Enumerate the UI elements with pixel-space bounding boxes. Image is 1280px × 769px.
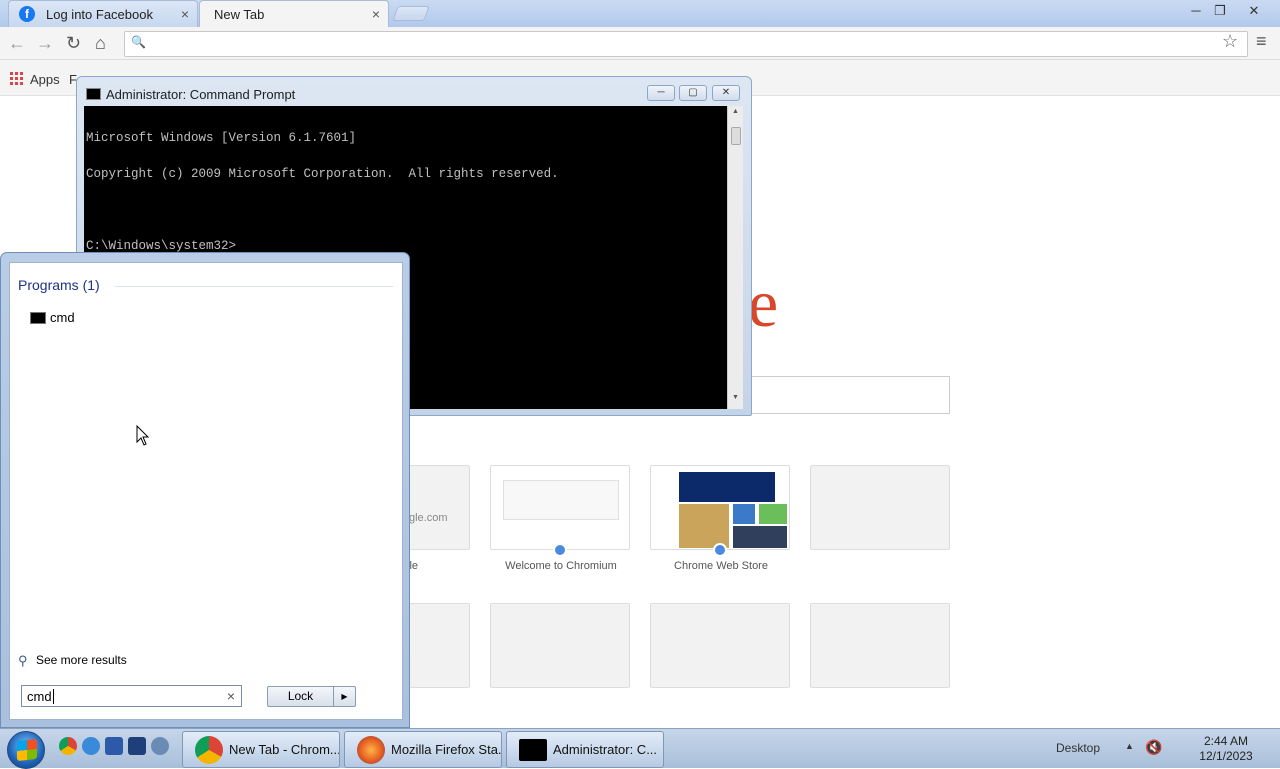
lock-button[interactable]: Lock	[267, 686, 334, 707]
result-item-cmd[interactable]: cmd	[30, 310, 75, 328]
thumb-banner	[679, 472, 775, 502]
network-quicklaunch-icon[interactable]	[128, 737, 146, 755]
clock-time: 2:44 AM	[1203, 734, 1249, 748]
cmd-icon	[86, 88, 101, 100]
see-more-label: See more results	[36, 653, 127, 667]
tab-new-tab[interactable]: New Tab ×	[199, 0, 389, 27]
close-icon[interactable]: ✕	[1243, 3, 1265, 19]
scroll-thumb[interactable]	[731, 127, 741, 145]
apps-bookmark[interactable]: Apps	[30, 72, 60, 87]
tab-close-icon[interactable]: ×	[181, 6, 189, 22]
maximize-button[interactable]: ▢	[679, 85, 707, 101]
window-title: Administrator: Command Prompt	[106, 87, 296, 102]
thumb-url: gle.com	[409, 512, 448, 524]
reload-icon[interactable]: ↻	[66, 33, 81, 54]
tab-label: Log into Facebook	[46, 7, 153, 22]
taskbar-button-firefox[interactable]: Mozilla Firefox Sta...	[344, 731, 502, 768]
clear-search-icon[interactable]: ×	[227, 688, 235, 704]
clock-date: 12/1/2023	[1199, 749, 1253, 763]
forward-icon[interactable]: →	[36, 33, 54, 54]
back-icon[interactable]: ←	[8, 33, 26, 54]
minimize-button[interactable]: ─	[647, 85, 675, 101]
taskbar-label: New Tab - Chrom...	[229, 742, 340, 757]
ie-quicklaunch-icon[interactable]	[82, 737, 100, 755]
taskbar-label: Mozilla Firefox Sta...	[391, 742, 502, 757]
console-line: Copyright (c) 2009 Microsoft Corporation…	[86, 167, 559, 181]
search-icon: 🔍	[131, 35, 146, 49]
cmd-icon	[30, 312, 46, 324]
power-options-arrow[interactable]: ▶	[334, 686, 356, 707]
windows-logo-icon	[17, 738, 37, 762]
thumb-tile	[679, 504, 729, 548]
chrome-web-store-icon	[713, 543, 727, 557]
facebook-icon: f	[19, 6, 35, 22]
volume-muted-icon[interactable]: 🔇	[1145, 739, 1162, 756]
result-label: cmd	[50, 310, 75, 325]
most-visited-thumb[interactable]	[650, 465, 790, 557]
taskbar-label: Administrator: C...	[553, 742, 658, 757]
chrome-quicklaunch-icon[interactable]	[59, 737, 77, 755]
search-results-panel: Programs (1) cmd ⚲ See more results	[9, 262, 403, 720]
show-hidden-icons-icon[interactable]: ▲	[1125, 741, 1134, 751]
thumb-title: Chrome Web Store	[674, 560, 768, 572]
empty-thumb	[810, 603, 950, 688]
close-button[interactable]: ✕	[712, 85, 740, 101]
browser-tabstrip: f Log into Facebook × New Tab × ─ ❐ ✕	[0, 0, 1280, 27]
cmd-icon	[519, 739, 547, 761]
minimize-icon[interactable]: ─	[1185, 3, 1207, 18]
chrome-icon	[195, 736, 223, 764]
empty-thumb	[650, 603, 790, 688]
taskbar-button-cmd[interactable]: Administrator: C...	[506, 731, 664, 768]
system-clock[interactable]: 2:44 AM 12/1/2023	[1194, 734, 1258, 764]
search-value: cmd	[27, 689, 52, 704]
see-more-results-link[interactable]: ⚲ See more results	[18, 653, 127, 668]
most-visited-thumb[interactable]	[490, 465, 630, 557]
thumb-tile	[733, 504, 755, 524]
google-logo: e	[748, 265, 779, 341]
tab-close-icon[interactable]: ×	[372, 6, 380, 22]
firefox-icon	[357, 736, 385, 764]
console-line: Microsoft Windows [Version 6.1.7601]	[86, 131, 357, 145]
star-icon[interactable]: ☆	[1222, 31, 1238, 52]
mouse-cursor-icon	[136, 425, 150, 446]
new-tab-button[interactable]	[392, 6, 430, 21]
thumb-tile	[759, 504, 787, 524]
start-menu: Programs (1) cmd ⚲ See more results	[0, 252, 410, 728]
scroll-down-icon[interactable]: ▼	[732, 394, 739, 401]
computer-quicklaunch-icon[interactable]	[105, 737, 123, 755]
empty-thumb	[810, 465, 950, 550]
chromium-icon	[553, 543, 567, 557]
tab-label: New Tab	[214, 7, 265, 22]
empty-thumb	[490, 603, 630, 688]
divider	[115, 286, 393, 287]
console-scrollbar[interactable]: ▲ ▼	[727, 106, 743, 409]
scroll-up-icon[interactable]: ▲	[732, 108, 739, 115]
thumb-title: Welcome to Chromium	[505, 560, 617, 572]
address-bar[interactable]: 🔍	[124, 31, 1248, 57]
console-prompt: C:\Windows\system32>	[86, 239, 237, 253]
magnifier-icon: ⚲	[18, 653, 28, 668]
thumb-tile	[733, 526, 787, 548]
settings-quicklaunch-icon[interactable]	[151, 737, 169, 755]
programs-header: Programs (1)	[18, 277, 100, 293]
tab-facebook[interactable]: f Log into Facebook ×	[8, 0, 198, 27]
menu-icon[interactable]: ≡	[1256, 31, 1267, 52]
home-icon[interactable]: ⌂	[95, 33, 106, 54]
thumb-preview	[503, 480, 619, 520]
google-search-box[interactable]	[750, 376, 950, 414]
browser-toolbar: ← → ↻ ⌂ 🔍 ☆ ≡	[0, 27, 1280, 60]
taskbar: New Tab - Chrom... Mozilla Firefox Sta..…	[0, 728, 1280, 769]
start-button[interactable]	[7, 731, 45, 769]
start-search-input[interactable]: cmd ×	[21, 685, 242, 707]
restore-icon[interactable]: ❐	[1209, 3, 1231, 19]
taskbar-button-chrome[interactable]: New Tab - Chrom...	[182, 731, 340, 768]
desktop-toolbar-label[interactable]: Desktop	[1056, 741, 1100, 755]
apps-icon	[10, 72, 23, 85]
